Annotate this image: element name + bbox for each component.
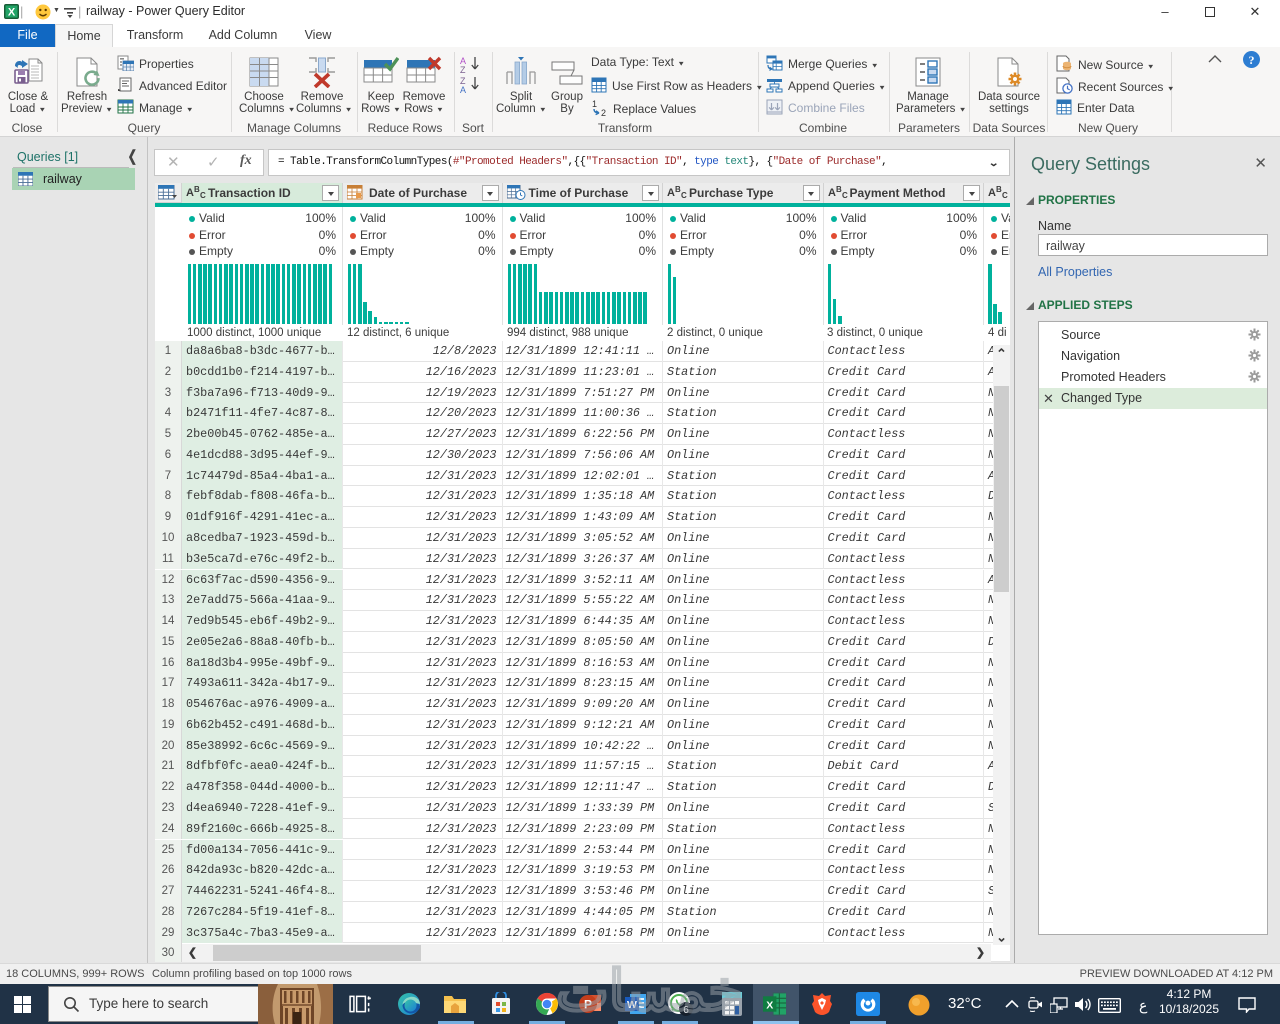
svg-text:A: A: [460, 85, 466, 93]
svg-text:C: C: [200, 191, 206, 200]
svg-text:X: X: [766, 999, 773, 1011]
svg-text:A: A: [988, 187, 996, 199]
svg-text:C: C: [842, 191, 848, 200]
svg-text:?: ?: [1249, 53, 1255, 67]
svg-text:A: A: [186, 187, 194, 199]
svg-text:C: C: [1002, 191, 1008, 200]
svg-text:2: 2: [601, 108, 606, 116]
svg-text:1: 1: [592, 99, 597, 109]
svg-text:X: X: [8, 7, 16, 19]
svg-text:C: C: [681, 191, 687, 200]
svg-text:A: A: [828, 187, 836, 199]
svg-text:A: A: [667, 187, 675, 199]
svg-text:Z: Z: [460, 65, 466, 75]
